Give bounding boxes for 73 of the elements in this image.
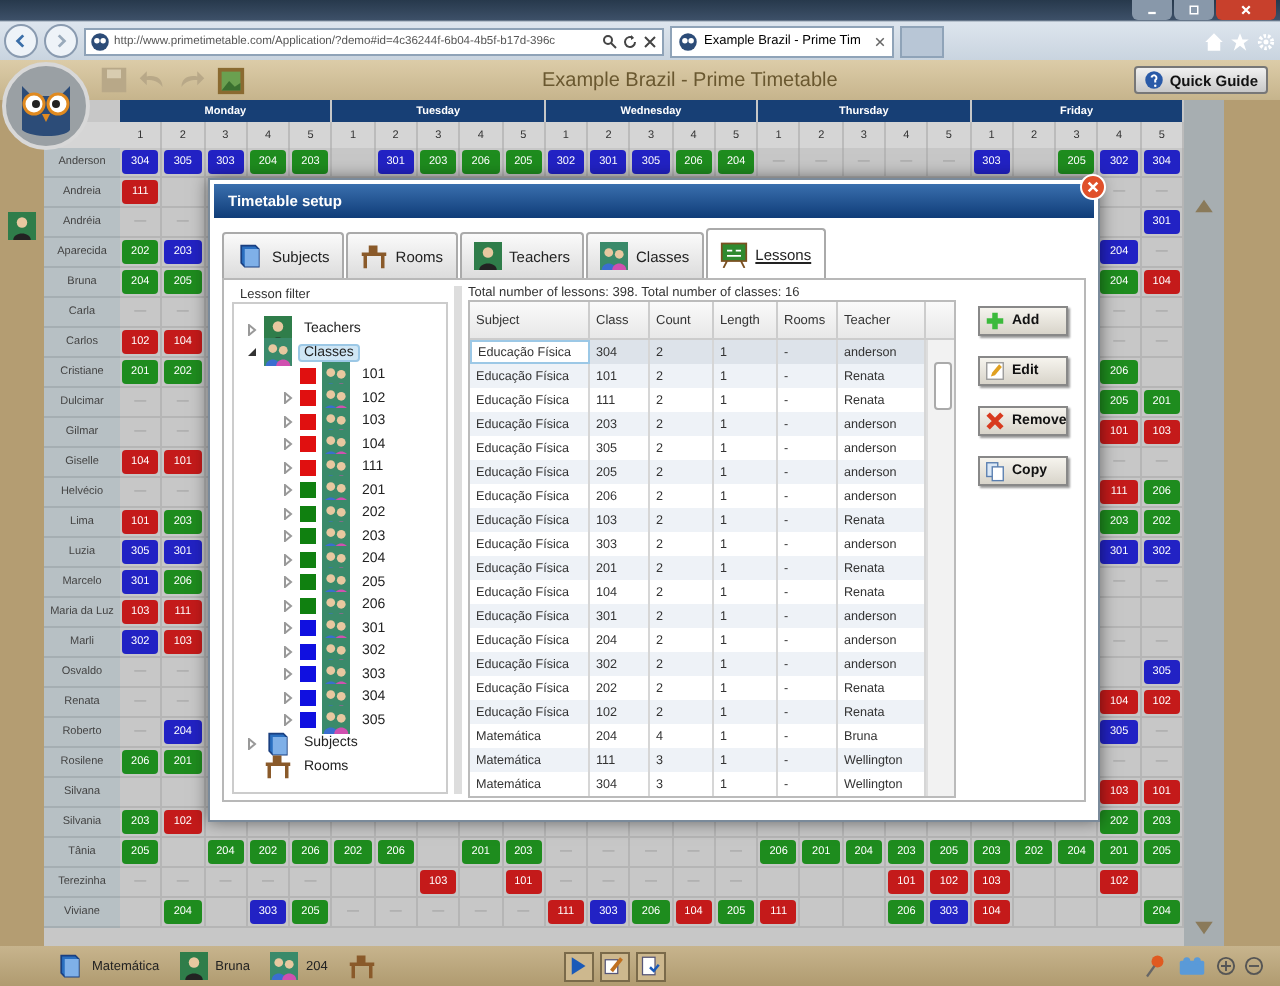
- lessons-tab-icon: [719, 240, 748, 268]
- stop-icon: [642, 33, 658, 49]
- teacher-icon: [8, 212, 36, 240]
- scroll-up-icon[interactable]: [1190, 196, 1218, 216]
- remove-icon: [984, 410, 1006, 432]
- play-button[interactable]: [563, 951, 594, 981]
- save-icon[interactable]: [100, 66, 128, 94]
- plus-icon: [984, 310, 1006, 332]
- zoom-in-icon[interactable]: [1216, 956, 1236, 976]
- scroll-bar[interactable]: [926, 340, 954, 796]
- forward-button[interactable]: [44, 24, 78, 58]
- maximize-icon: [1186, 4, 1202, 16]
- owl-logo-icon[interactable]: [2, 62, 90, 150]
- class-icon: [322, 706, 350, 735]
- close-icon[interactable]: [874, 35, 886, 47]
- close-icon: [1086, 180, 1100, 194]
- collapse-arrow-icon[interactable]: [246, 346, 258, 359]
- expand-arrow-icon[interactable]: [282, 507, 294, 520]
- close-icon: [1238, 4, 1254, 16]
- desk-icon: [347, 952, 376, 980]
- new-tab-button[interactable]: [900, 25, 944, 57]
- expand-arrow-icon[interactable]: [282, 599, 294, 612]
- brush-button[interactable]: [599, 951, 630, 981]
- list-button[interactable]: [635, 951, 666, 981]
- settings-icon[interactable]: [1256, 31, 1276, 51]
- expand-arrow-icon[interactable]: [282, 553, 294, 566]
- desk-icon: [264, 752, 292, 781]
- empty-slot[interactable]: [758, 868, 801, 898]
- expand-arrow-icon[interactable]: [282, 668, 294, 681]
- picture-frame-icon[interactable]: [216, 65, 246, 95]
- list-icon: [640, 956, 661, 976]
- classes-tab-icon: [599, 242, 628, 270]
- copy-icon: [984, 460, 1006, 482]
- scroll-down-icon[interactable]: [1190, 918, 1218, 938]
- refresh-icon: [622, 33, 638, 49]
- expand-arrow-icon[interactable]: [282, 484, 294, 497]
- home-icon[interactable]: [1204, 31, 1224, 51]
- expand-arrow-icon[interactable]: [246, 323, 258, 336]
- minimize-button[interactable]: [1132, 0, 1172, 20]
- expand-arrow-icon[interactable]: [282, 576, 294, 589]
- rooms-tab-icon: [359, 242, 388, 270]
- site-icon: [90, 31, 110, 51]
- class-icon: [269, 952, 298, 980]
- play-icon: [568, 956, 589, 976]
- zoom-out-icon[interactable]: [1244, 956, 1264, 976]
- book-icon: [56, 952, 84, 980]
- book-icon: [264, 729, 292, 758]
- expand-arrow-icon[interactable]: [282, 714, 294, 727]
- close-button[interactable]: [1216, 0, 1276, 20]
- subjects-tab-icon: [236, 242, 264, 270]
- star-icon[interactable]: [1230, 31, 1250, 51]
- expand-arrow-icon[interactable]: [282, 691, 294, 704]
- expand-arrow-icon[interactable]: [282, 622, 294, 635]
- app-title: Example Brazil - Prime Timetable: [539, 69, 840, 91]
- teachers-tab-icon: [473, 242, 502, 270]
- pin-icon[interactable]: [1144, 952, 1168, 980]
- expand-arrow-icon[interactable]: [246, 737, 258, 750]
- teacher-icon: [179, 952, 208, 980]
- expand-arrow-icon[interactable]: [282, 415, 294, 428]
- expand-arrow-icon[interactable]: [282, 645, 294, 658]
- expand-arrow-icon[interactable]: [282, 438, 294, 451]
- expand-arrow-icon[interactable]: [282, 461, 294, 474]
- empty-slot[interactable]: [162, 778, 206, 808]
- help-icon: [1143, 70, 1164, 90]
- expand-arrow-icon[interactable]: [282, 392, 294, 405]
- class-icon: [264, 338, 292, 367]
- site-icon: [678, 31, 698, 51]
- maximize-button[interactable]: [1174, 0, 1214, 20]
- pencil-icon: [984, 360, 1006, 382]
- brush-icon: [604, 956, 625, 976]
- back-button[interactable]: [4, 24, 38, 58]
- search-icon: [602, 33, 618, 49]
- expand-arrow-icon[interactable]: [282, 530, 294, 543]
